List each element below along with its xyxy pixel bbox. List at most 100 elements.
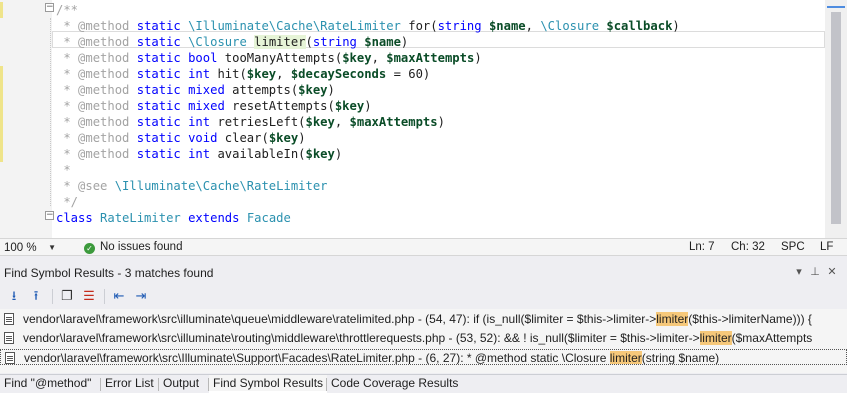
- file-icon: [4, 313, 14, 325]
- code-token: static: [129, 19, 189, 33]
- result-row[interactable]: vendor\laravel\framework\src\illuminate\…: [0, 330, 847, 346]
- find-results-list[interactable]: vendor\laravel\framework\src\illuminate\…: [0, 309, 847, 373]
- code-token: *: [56, 163, 71, 177]
- code-token: limiter: [254, 35, 306, 49]
- code-line[interactable]: class RateLimiter extends Facade: [56, 210, 291, 226]
- result-text: vendor\laravel\framework\src\Illuminate\…: [24, 350, 719, 364]
- file-icon: [4, 332, 14, 344]
- code-token: mixed: [188, 83, 225, 97]
- find-results-toolbar: ⭳ ⭱ ❐ ☰ ⇤ ⇥: [0, 285, 847, 308]
- code-token: $key: [246, 67, 277, 81]
- code-token: @method: [78, 115, 130, 129]
- code-line[interactable]: * @method static bool tooManyAttempts($k…: [56, 50, 482, 66]
- pin-icon[interactable]: ⊥: [809, 265, 821, 279]
- clear-all-icon[interactable]: ☰: [81, 288, 97, 304]
- code-token: ): [474, 51, 482, 65]
- code-line[interactable]: * @method static int hit($key, $decaySec…: [56, 66, 430, 82]
- code-token: class: [56, 211, 93, 225]
- code-token: ): [364, 99, 372, 113]
- fold-toggle[interactable]: −: [45, 3, 54, 12]
- collapse-all-icon[interactable]: ⇤: [111, 288, 127, 304]
- dropdown-icon[interactable]: ▾: [793, 265, 805, 279]
- zoom-value: 100 %: [4, 242, 37, 254]
- code-token: \Illuminate\Cache\RateLimiter: [188, 19, 401, 33]
- tool-window-tabs: Find "@method" Error List Output Find Symbo…: [0, 374, 847, 393]
- issues-indicator[interactable]: ✓ No issues found: [84, 240, 182, 255]
- go-to-next-icon[interactable]: ⭳: [6, 288, 22, 304]
- code-token: *: [56, 131, 79, 145]
- code-token: string: [437, 19, 482, 33]
- code-token: ): [334, 147, 343, 161]
- code-token: static: [129, 99, 189, 113]
- code-token: static: [129, 131, 189, 145]
- code-token: *: [56, 19, 79, 33]
- result-segment: vendor\laravel\framework\src\illuminate\…: [23, 331, 700, 345]
- go-to-previous-icon[interactable]: ⭱: [28, 288, 44, 304]
- line-ending[interactable]: LF: [820, 240, 833, 255]
- result-segment: vendor\laravel\framework\src\illuminate\…: [23, 312, 657, 326]
- code-token: *: [56, 99, 79, 113]
- code-token: attempts(: [224, 83, 299, 97]
- tab-output[interactable]: Output: [159, 375, 203, 393]
- code-line[interactable]: /**: [56, 2, 78, 18]
- scrollbar-thumb[interactable]: [831, 12, 841, 224]
- panel-title: Find Symbol Results - 3 matches found: [4, 266, 214, 280]
- code-token: *: [56, 67, 79, 81]
- code-line[interactable]: * @see \Illuminate\Cache\RateLimiter: [56, 178, 327, 194]
- code-token: ): [298, 131, 306, 145]
- code-line[interactable]: *: [56, 162, 71, 178]
- match-highlight: limiter: [656, 312, 689, 326]
- code-token: *: [56, 115, 79, 129]
- code-line[interactable]: * @method static void clear($key): [56, 130, 306, 146]
- code-token: *: [56, 35, 79, 49]
- tab-error-list[interactable]: Error List: [101, 375, 158, 393]
- code-token: clear(: [217, 131, 269, 145]
- tab-find-symbol-results[interactable]: Find Symbol Results: [209, 375, 328, 393]
- code-line[interactable]: * @method static \Closure limiter(string…: [56, 34, 408, 50]
- code-line[interactable]: */: [56, 194, 78, 210]
- code-token: static: [129, 115, 189, 129]
- code-token: static: [129, 35, 189, 49]
- fold-toggle[interactable]: −: [45, 211, 54, 220]
- code-token: ,: [525, 19, 541, 33]
- code-line[interactable]: * @method static mixed attempts($key): [56, 82, 335, 98]
- code-token: void: [188, 131, 218, 145]
- editor-vertical-scrollbar[interactable]: [825, 0, 847, 238]
- find-results-header: Find Symbol Results - 3 matches found ▾ …: [0, 263, 847, 283]
- code-token: $name: [364, 35, 401, 49]
- code-token: ): [437, 115, 445, 129]
- code-token: int: [188, 67, 211, 81]
- code-token: @method: [78, 147, 130, 161]
- code-token: $name: [488, 19, 526, 33]
- whitespace-mode[interactable]: SPC: [781, 240, 805, 255]
- code-token: @method: [78, 83, 130, 97]
- code-token: mixed: [188, 99, 225, 113]
- result-row[interactable]: vendor\laravel\framework\src\illuminate\…: [0, 311, 847, 327]
- close-icon[interactable]: ✕: [826, 265, 838, 279]
- code-token: @method: [78, 35, 130, 49]
- code-token: retriesLeft(: [210, 115, 306, 129]
- scrollbar-marker: [827, 6, 845, 8]
- code-line[interactable]: * @method static \Illuminate\Cache\RateL…: [56, 18, 679, 34]
- code-token: static: [129, 67, 189, 81]
- result-row[interactable]: vendor\laravel\framework\src\Illuminate\…: [0, 349, 847, 365]
- check-circle-icon: ✓: [84, 243, 95, 254]
- code-token: RateLimiter: [100, 211, 181, 225]
- code-area[interactable]: − − /** * @method static \Illuminate\Cac…: [45, 0, 825, 238]
- tab-find-method[interactable]: Find "@method": [0, 375, 95, 393]
- code-token: bool: [188, 51, 218, 65]
- code-token: (: [305, 35, 313, 49]
- code-line[interactable]: * @method static int availableIn($key): [56, 146, 342, 162]
- tab-code-coverage-results[interactable]: Code Coverage Results: [327, 375, 462, 393]
- editor-gutter: [0, 0, 52, 238]
- editor-status-bar: 100 % ▼ ✓ No issues found Ln: 7 Ch: 32 SP…: [0, 238, 847, 256]
- code-line[interactable]: * @method static int retriesLeft($key, $…: [56, 114, 445, 130]
- expand-all-icon[interactable]: ⇥: [133, 288, 149, 304]
- toolbar-separator: [52, 289, 53, 304]
- zoom-dropdown[interactable]: 100 % ▼: [1, 240, 59, 255]
- code-token: $key: [334, 99, 365, 113]
- code-editor[interactable]: − − /** * @method static \Illuminate\Cac…: [0, 0, 847, 238]
- code-line[interactable]: * @method static mixed resetAttempts($ke…: [56, 98, 372, 114]
- copy-icon[interactable]: ❐: [59, 288, 75, 304]
